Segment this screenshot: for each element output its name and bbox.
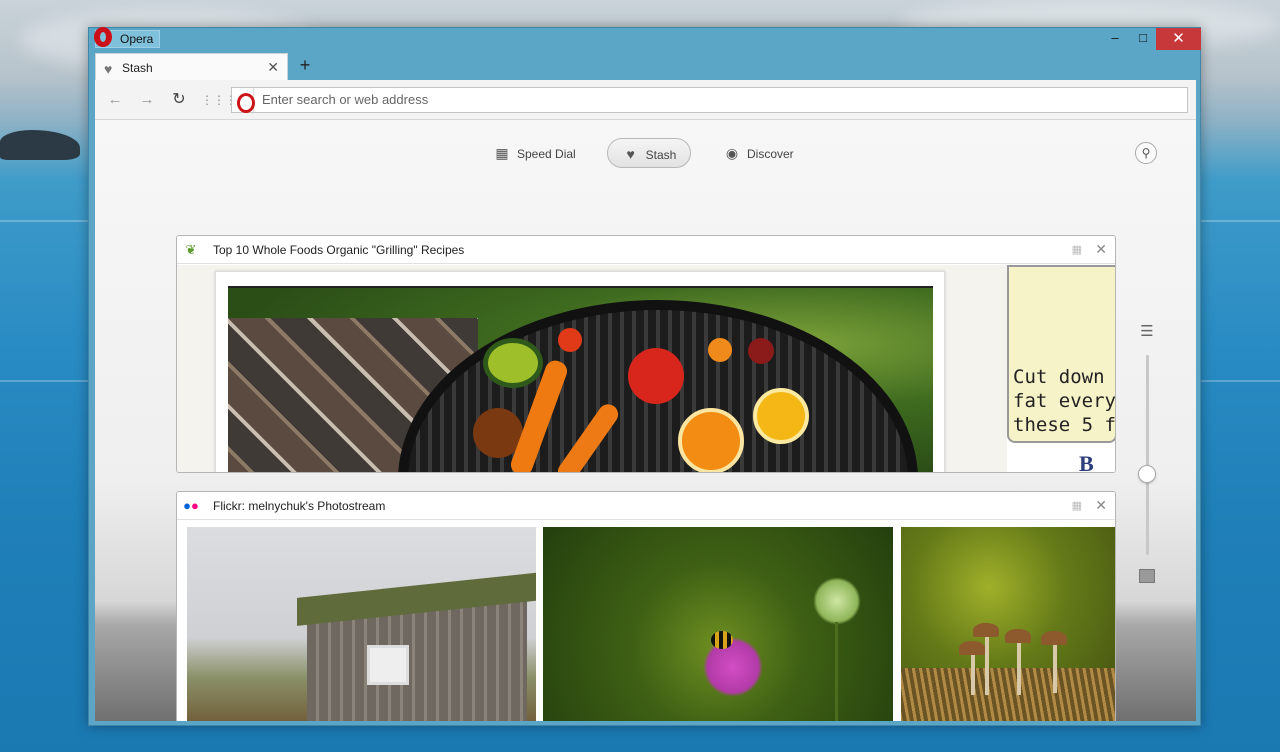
- mushrooms-photo: [901, 527, 1115, 721]
- reload-button[interactable]: ↻: [169, 90, 189, 110]
- pepper: [748, 338, 774, 364]
- cabin-window: [367, 645, 409, 685]
- stash-card-preview[interactable]: Cut down a fat every d these 5 foo B: [177, 265, 1115, 472]
- tab-strip: ♥ Stash ✕ +: [89, 50, 1200, 81]
- cabin-photo: [187, 527, 536, 721]
- address-input[interactable]: [262, 92, 1162, 107]
- lemon-slice: [753, 388, 809, 444]
- pepper: [558, 328, 582, 352]
- new-tab-button[interactable]: +: [295, 55, 315, 75]
- stash-card-header: ●● Flickr: melnychuk's Photostream ▦ ✕: [177, 492, 1115, 520]
- list-view-icon[interactable]: ☰: [1139, 324, 1155, 339]
- drag-handle-icon[interactable]: ▦: [1072, 499, 1082, 512]
- stash-card[interactable]: ❦ Top 10 Whole Foods Organic "Grilling" …: [176, 235, 1116, 473]
- rock-silhouette: [0, 130, 80, 160]
- tab-close-icon[interactable]: ✕: [267, 59, 279, 76]
- stash-card-title[interactable]: Top 10 Whole Foods Organic "Grilling" Re…: [213, 243, 464, 257]
- stash-card-header: ❦ Top 10 Whole Foods Organic "Grilling" …: [177, 236, 1115, 264]
- orange-slice: [678, 408, 744, 472]
- mushroom-cap: [973, 623, 999, 637]
- tab-discover[interactable]: ◉ Discover: [723, 138, 794, 168]
- card-close-icon[interactable]: ✕: [1095, 497, 1107, 514]
- tomato: [628, 348, 684, 404]
- stash-card-title[interactable]: Flickr: melnychuk's Photostream: [213, 499, 385, 513]
- purple-flower: [703, 637, 763, 697]
- pepper: [708, 338, 732, 362]
- heart-icon: ♥: [626, 146, 635, 162]
- start-page: ▦ Speed Dial ♥ Stash ◉ Discover ⚲ ☰ ❦ Top 1…: [95, 120, 1196, 721]
- back-button[interactable]: ←: [105, 90, 125, 110]
- tab-speed-dial[interactable]: ▦ Speed Dial: [493, 138, 576, 168]
- zoom-slider-handle[interactable]: [1138, 465, 1156, 483]
- bee: [711, 631, 733, 649]
- stash-card[interactable]: ●● Flickr: melnychuk's Photostream ▦ ✕: [176, 491, 1116, 721]
- moss-ground: [901, 668, 1115, 721]
- title-bar: Opera – □ ✕: [89, 27, 1201, 50]
- opera-badge-icon[interactable]: [232, 88, 255, 113]
- flower-stem: [835, 622, 838, 721]
- drag-handle-icon[interactable]: ▦: [1072, 243, 1082, 256]
- eye-icon: ◉: [725, 145, 739, 161]
- grill-photo: [228, 286, 933, 472]
- large-view-icon[interactable]: [1139, 569, 1155, 583]
- flickr-icon: ●●: [183, 498, 199, 513]
- opera-menu-button[interactable]: Opera: [94, 27, 161, 48]
- zoom-slider-track[interactable]: [1146, 355, 1149, 555]
- speed-dial-label: Speed Dial: [517, 147, 576, 161]
- opera-menu-label: Opera: [120, 32, 154, 46]
- opera-window: Opera – □ ✕ ♥ Stash ✕ + ← → ↻ ⋮⋮⋮ ▦ Speed…: [88, 27, 1201, 726]
- opera-logo-icon: [94, 27, 112, 47]
- avocado: [483, 338, 543, 388]
- address-bar[interactable]: [231, 87, 1188, 113]
- heart-icon: ♥: [104, 61, 113, 77]
- tab-stash-page[interactable]: ♥ Stash: [607, 138, 691, 168]
- flower-bud: [813, 577, 861, 625]
- close-window-button[interactable]: ✕: [1156, 28, 1201, 50]
- mushroom-cap: [1005, 629, 1031, 643]
- advertisement-panel: Cut down a fat every d these 5 foo B: [1007, 265, 1116, 473]
- speed-dial-tiles-button[interactable]: ⋮⋮⋮: [201, 90, 237, 110]
- stash-label: Stash: [645, 148, 677, 162]
- mushroom-stem: [971, 651, 975, 695]
- stash-card-preview[interactable]: [177, 521, 1115, 721]
- search-icon[interactable]: ⚲: [1135, 142, 1157, 164]
- mushroom-cap: [1041, 631, 1067, 645]
- flower-bee-photo: [543, 527, 893, 721]
- mushroom-cap: [959, 641, 985, 655]
- stash-zoom-control: ☰: [1135, 324, 1159, 595]
- minimize-button[interactable]: –: [1101, 28, 1129, 50]
- forward-button[interactable]: →: [137, 90, 157, 110]
- tab-stash[interactable]: ♥ Stash ✕: [95, 53, 288, 81]
- ad-logo: B: [1079, 451, 1094, 473]
- maximize-button[interactable]: □: [1129, 28, 1157, 50]
- mushroom-stem: [1053, 643, 1057, 693]
- ad-text: Cut down a fat every d these 5 foo: [1013, 366, 1116, 436]
- leaf-icon: ❦: [185, 242, 197, 257]
- recipe-image-frame: [215, 271, 945, 472]
- mushroom-stem: [1017, 641, 1021, 695]
- card-close-icon[interactable]: ✕: [1095, 241, 1107, 258]
- discover-label: Discover: [747, 147, 794, 161]
- navigation-toolbar: ← → ↻ ⋮⋮⋮: [95, 80, 1196, 120]
- mushroom-stem: [985, 635, 989, 695]
- start-page-nav: ▦ Speed Dial ♥ Stash ◉ Discover: [95, 138, 1196, 168]
- grid-icon: ▦: [495, 145, 509, 161]
- tab-label: Stash: [122, 61, 153, 75]
